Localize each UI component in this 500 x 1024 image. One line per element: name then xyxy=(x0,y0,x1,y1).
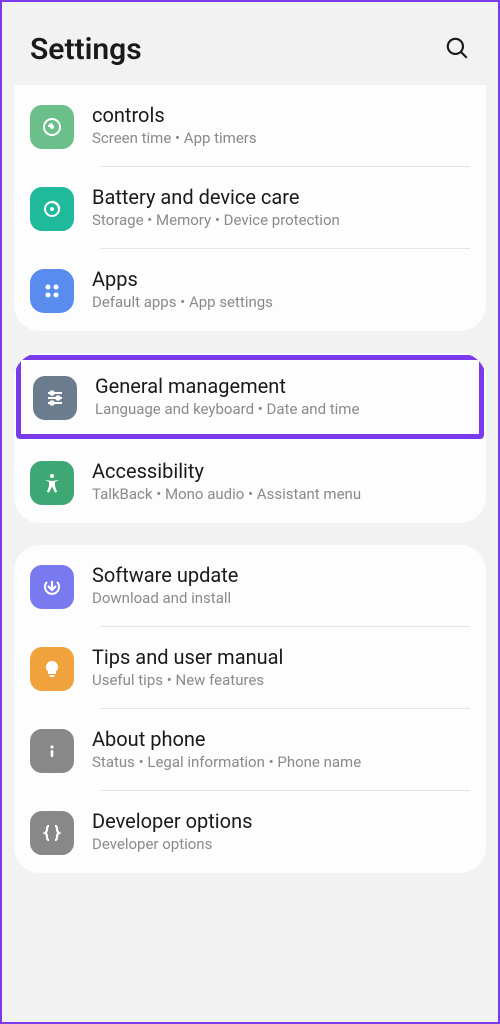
item-subtitle: Useful tips • New features xyxy=(92,671,470,689)
item-title: Tips and user manual xyxy=(92,645,470,669)
settings-group: General management Language and keyboard… xyxy=(14,353,486,523)
settings-item-apps[interactable]: Apps Default apps • App settings xyxy=(14,249,486,331)
item-subtitle: Download and install xyxy=(92,589,470,607)
item-title: Apps xyxy=(92,267,470,291)
info-icon xyxy=(30,729,74,773)
settings-item-accessibility[interactable]: Accessibility TalkBack • Mono audio • As… xyxy=(14,441,486,523)
apps-icon xyxy=(30,269,74,313)
settings-item-about-phone[interactable]: About phone Status • Legal information •… xyxy=(14,709,486,791)
wellbeing-icon xyxy=(30,105,74,149)
item-title: Battery and device care xyxy=(92,185,470,209)
settings-item-tips[interactable]: Tips and user manual Useful tips • New f… xyxy=(14,627,486,709)
item-subtitle: Storage • Memory • Device protection xyxy=(92,211,470,229)
page-title: Settings xyxy=(30,32,142,67)
update-icon xyxy=(30,565,74,609)
settings-group: Software update Download and install Tip… xyxy=(14,545,486,873)
settings-item-controls[interactable]: controls Screen time • App timers xyxy=(14,85,486,167)
item-subtitle: Developer options xyxy=(92,835,470,853)
item-subtitle: TalkBack • Mono audio • Assistant menu xyxy=(92,485,470,503)
item-subtitle: Status • Legal information • Phone name xyxy=(92,753,470,771)
accessibility-icon xyxy=(30,461,74,505)
item-title: controls xyxy=(92,103,470,127)
item-title: General management xyxy=(95,374,467,398)
settings-item-software-update[interactable]: Software update Download and install xyxy=(14,545,486,627)
code-braces-icon xyxy=(30,811,74,855)
item-title: Accessibility xyxy=(92,459,470,483)
settings-item-general-management[interactable]: General management Language and keyboard… xyxy=(16,355,484,439)
item-subtitle: Screen time • App timers xyxy=(92,129,470,147)
settings-group: controls Screen time • App timers Batter… xyxy=(14,85,486,331)
lightbulb-icon xyxy=(30,647,74,691)
battery-care-icon xyxy=(30,187,74,231)
settings-item-battery[interactable]: Battery and device care Storage • Memory… xyxy=(14,167,486,249)
search-icon[interactable] xyxy=(444,35,470,65)
settings-item-developer-options[interactable]: Developer options Developer options xyxy=(14,791,486,873)
settings-header: Settings xyxy=(2,2,498,85)
item-title: About phone xyxy=(92,727,470,751)
item-subtitle: Language and keyboard • Date and time xyxy=(95,400,467,418)
sliders-icon xyxy=(33,376,77,420)
item-subtitle: Default apps • App settings xyxy=(92,293,470,311)
item-title: Developer options xyxy=(92,809,470,833)
item-title: Software update xyxy=(92,563,470,587)
